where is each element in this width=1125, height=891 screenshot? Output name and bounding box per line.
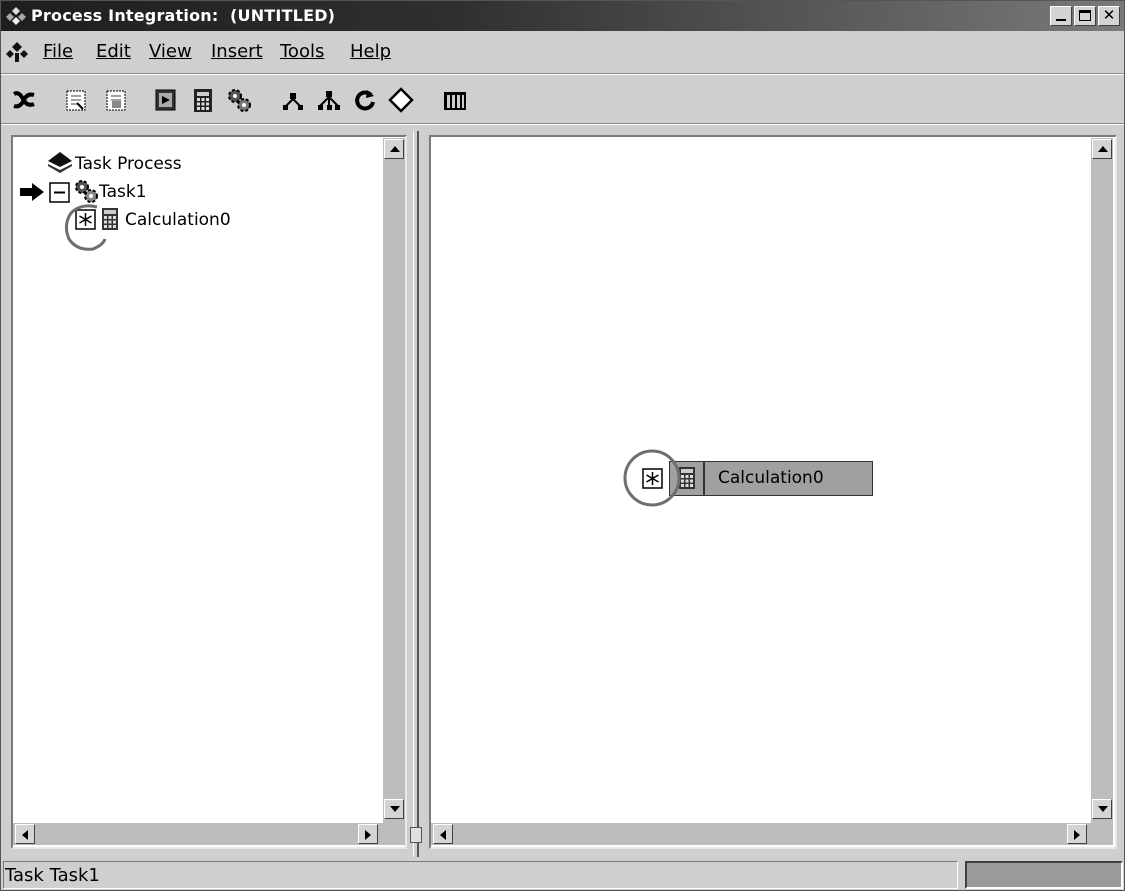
canvas-scroll-right-button[interactable] (1067, 824, 1087, 844)
toolbar (1, 79, 1124, 121)
tree-item-task-process[interactable]: Task Process (75, 154, 182, 174)
status-field (3, 861, 958, 889)
status-text: Task Task1 (5, 865, 100, 886)
menu-file-label: File (43, 41, 74, 62)
canvas-horizontal-scrollbar[interactable] (431, 823, 1113, 845)
status-bar: Task Task1 (1, 859, 1124, 891)
tree-vertical-scrollbar[interactable] (383, 138, 405, 823)
branch-icon[interactable] (280, 87, 306, 113)
pane-splitter[interactable] (413, 131, 419, 857)
arrow-up-icon (390, 146, 400, 152)
menu-bar: File Edit View Insert Tools Help (1, 35, 1124, 69)
window-title: Process Integration: (UNTITLED) (31, 6, 336, 25)
arrow-up-icon (1098, 146, 1108, 152)
arrow-right-icon (365, 830, 371, 840)
highlight-circle-canvas (623, 449, 681, 507)
calculator-icon[interactable] (190, 87, 216, 113)
highlight-circle-tree (64, 204, 107, 251)
node-label: Calculation0 (718, 468, 824, 488)
cut-icon[interactable] (11, 87, 37, 113)
menu-tools-label: Tools (280, 41, 325, 62)
library-icon[interactable] (442, 87, 468, 113)
splitter-handle[interactable] (410, 827, 422, 843)
fork-icon[interactable] (316, 87, 342, 113)
maximize-icon (1079, 10, 1091, 21)
arrow-left-icon (440, 830, 446, 840)
app-window: Process Integration: (UNTITLED) ✕ File E… (0, 0, 1125, 891)
tree-horizontal-scrollbar[interactable] (13, 823, 405, 845)
toolbar-separator (1, 123, 1124, 125)
menu-help[interactable]: Help (350, 41, 391, 62)
tree-scroll-right-button[interactable] (358, 824, 378, 844)
close-icon: ✕ (1102, 6, 1116, 24)
canvas-scroll-up-button[interactable] (1092, 139, 1112, 159)
paste-icon[interactable] (103, 87, 129, 113)
minimize-button[interactable] (1050, 6, 1072, 26)
close-button[interactable]: ✕ (1098, 6, 1120, 26)
run-icon[interactable] (153, 87, 179, 113)
tree-scroll-up-button[interactable] (384, 139, 404, 159)
menu-help-label: Help (350, 41, 392, 62)
tree-item-calculation0[interactable]: Calculation0 (125, 210, 231, 230)
minimize-icon (1056, 19, 1066, 21)
current-arrow-icon (20, 183, 44, 201)
menu-file[interactable]: File (43, 41, 73, 62)
maximize-button[interactable] (1074, 6, 1096, 26)
menu-insert-label: Insert (211, 41, 263, 62)
menu-edit-label: Edit (96, 41, 131, 62)
system-menu-icon[interactable] (5, 41, 29, 63)
status-progress (965, 861, 1123, 889)
canvas-scroll-down-button[interactable] (1092, 799, 1112, 819)
menu-insert[interactable]: Insert (211, 41, 263, 62)
loop-icon[interactable] (352, 87, 378, 113)
arrow-right-icon (1074, 830, 1080, 840)
arrow-down-icon (1098, 806, 1108, 812)
arrow-left-icon (22, 830, 28, 840)
tree-scroll-down-button[interactable] (384, 799, 404, 819)
menu-separator (1, 73, 1124, 75)
app-logo-icon (6, 7, 26, 25)
copy-icon[interactable] (63, 87, 89, 113)
menu-tools[interactable]: Tools (280, 41, 324, 62)
decision-icon[interactable] (388, 87, 414, 113)
menu-edit[interactable]: Edit (96, 41, 131, 62)
canvas-vertical-scrollbar[interactable] (1091, 138, 1113, 823)
task-process-icon (48, 152, 72, 173)
tree-scroll-left-button[interactable] (15, 824, 35, 844)
title-bar[interactable]: Process Integration: (UNTITLED) ✕ (1, 1, 1124, 31)
menu-view-label: View (149, 41, 192, 62)
menu-view[interactable]: View (149, 41, 192, 62)
gears-icon[interactable] (226, 87, 252, 113)
arrow-down-icon (390, 806, 400, 812)
canvas-scroll-left-button[interactable] (433, 824, 453, 844)
